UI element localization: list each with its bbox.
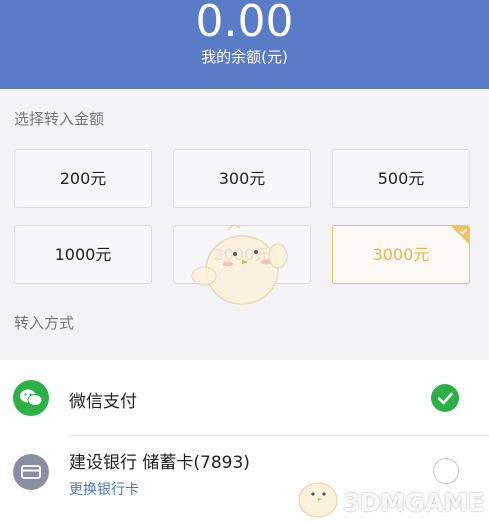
payment-method-wechat[interactable]: 微信支付 [0,360,489,436]
wechat-pay-label: 微信支付 [69,392,137,412]
watermark-text: 3DMGAME [343,488,485,517]
amount-option-300[interactable]: 300元 [173,149,311,208]
bank-card-label: 建设银行 储蓄卡(7893) [69,453,250,473]
amount-option-3000[interactable]: 3000元 [332,225,470,284]
amount-section-label: 选择转入金额 [14,110,105,128]
amount-option-500[interactable]: 500元 [332,149,470,208]
balance-amount: 0.00 [195,0,294,47]
amount-option-200[interactable]: 200元 [14,149,152,208]
balance-label: 我的余额(元) [201,48,288,66]
amount-option-1000[interactable]: 1000元 [14,225,152,284]
mascot-chick-image [191,224,288,305]
balance-header: 0.00 我的余额(元) [0,0,489,89]
watermark-chick-logo [298,482,338,518]
amount-option-3000-label: 3000元 [372,245,430,264]
wechat-icon [13,380,49,416]
bank-card-icon [13,454,49,490]
check-selected-icon [431,384,459,412]
selected-corner-check-icon [451,226,469,244]
method-section-label: 转入方式 [14,314,75,332]
check-unselected-icon[interactable] [433,458,459,484]
change-bank-card-link[interactable]: 更换银行卡 [69,479,139,499]
